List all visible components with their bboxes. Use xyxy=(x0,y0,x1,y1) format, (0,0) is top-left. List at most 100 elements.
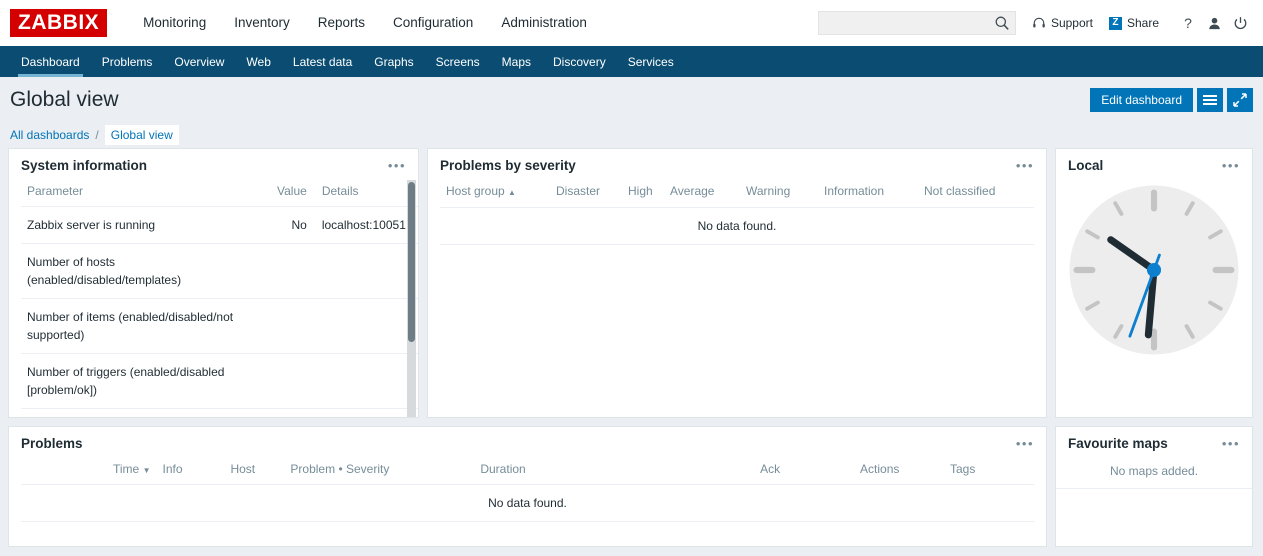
main-menu: Monitoring Inventory Reports Configurati… xyxy=(129,0,601,55)
widget-title-favourite-maps: Favourite maps xyxy=(1068,436,1168,451)
dashboard-grid: System information ••• Parameter Value D… xyxy=(0,148,1263,547)
table-empty-row: No data found. xyxy=(440,207,1034,245)
breadcrumb-current[interactable]: Global view xyxy=(104,125,179,145)
support-link[interactable]: Support xyxy=(1032,16,1093,30)
widget-body: Time ▼ Info Host Problem • Severity Dura… xyxy=(9,458,1046,546)
column-information[interactable]: Information xyxy=(818,180,918,208)
widget-menu-icon[interactable]: ••• xyxy=(1014,437,1036,450)
clock-center-cap xyxy=(1146,262,1162,278)
menu-item-reports[interactable]: Reports xyxy=(304,0,379,46)
cell-parameter: Number of items (enabled/disabled/not su… xyxy=(21,298,271,354)
column-high[interactable]: High xyxy=(622,180,664,208)
cell-value xyxy=(271,353,316,409)
subnav-item-screens[interactable]: Screens xyxy=(425,46,491,77)
column-details[interactable]: Details xyxy=(315,180,418,207)
widget-header: Problems ••• xyxy=(9,427,1046,458)
edit-dashboard-button[interactable]: Edit dashboard xyxy=(1090,87,1193,112)
subnav-item-latest-data[interactable]: Latest data xyxy=(282,46,363,77)
expand-icon xyxy=(1233,92,1247,107)
column-tags[interactable]: Tags xyxy=(944,458,1034,485)
column-ack[interactable]: Ack xyxy=(754,458,855,485)
column-info[interactable]: Info xyxy=(156,458,225,485)
cell-parameter: Number of triggers (enabled/disabled [pr… xyxy=(21,353,271,409)
cell-details xyxy=(315,243,418,299)
column-problem-severity[interactable]: Problem • Severity xyxy=(284,458,475,485)
cell-parameter: Number of hosts (enabled/disabled/templa… xyxy=(21,243,271,299)
column-label: Time xyxy=(113,462,140,476)
empty-message: No maps added. xyxy=(1056,458,1252,489)
column-time[interactable]: Time ▼ xyxy=(21,458,157,485)
widget-menu-icon[interactable]: ••• xyxy=(1220,159,1242,172)
column-average[interactable]: Average xyxy=(664,180,740,208)
headset-icon xyxy=(1033,17,1045,28)
subnav-item-overview[interactable]: Overview xyxy=(163,46,235,77)
table-header-row: Host group ▲ Disaster High Average Warni… xyxy=(440,180,1034,208)
widget-menu-icon[interactable]: ••• xyxy=(1014,159,1036,172)
sub-navigation: Dashboard Problems Overview Web Latest d… xyxy=(0,46,1263,77)
table-empty-row: No data found. xyxy=(21,484,1034,522)
fullscreen-button[interactable] xyxy=(1227,87,1253,112)
table-header-row: Time ▼ Info Host Problem • Severity Dura… xyxy=(21,458,1034,485)
subnav-item-maps[interactable]: Maps xyxy=(491,46,542,77)
support-label: Support xyxy=(1050,16,1093,30)
table-row: Number of triggers (enabled/disabled [pr… xyxy=(21,353,418,409)
breadcrumb-all-dashboards[interactable]: All dashboards xyxy=(10,128,89,142)
column-parameter[interactable]: Parameter xyxy=(21,180,271,207)
help-button[interactable]: ? xyxy=(1175,15,1201,31)
page-header: Global view Edit dashboard xyxy=(0,77,1263,122)
column-warning[interactable]: Warning xyxy=(740,180,818,208)
column-host-group[interactable]: Host group ▲ xyxy=(440,180,550,208)
widget-title-problems: Problems xyxy=(21,436,83,451)
menu-item-configuration[interactable]: Configuration xyxy=(379,0,487,46)
widget-problems: Problems ••• Time ▼ Info Host Problem • … xyxy=(8,426,1047,547)
global-search[interactable] xyxy=(817,11,1016,35)
widget-menu-icon[interactable]: ••• xyxy=(1220,437,1242,450)
zabbix-logo[interactable]: ZABBIX xyxy=(10,9,108,37)
cell-parameter: Number of users (online) xyxy=(21,408,271,417)
menu-item-administration[interactable]: Administration xyxy=(487,0,601,46)
scrollbar-thumb[interactable] xyxy=(408,182,415,342)
cell-value xyxy=(271,298,316,354)
sign-out-button[interactable] xyxy=(1227,16,1253,31)
widget-favourite-maps: Favourite maps ••• No maps added. xyxy=(1055,426,1253,547)
column-value[interactable]: Value xyxy=(271,180,316,207)
widget-title-problems-by-severity: Problems by severity xyxy=(440,158,576,173)
menu-item-monitoring[interactable]: Monitoring xyxy=(129,0,220,55)
column-host[interactable]: Host xyxy=(224,458,285,485)
problems-table: Time ▼ Info Host Problem • Severity Dura… xyxy=(21,458,1034,522)
widget-header: Local ••• xyxy=(1056,149,1252,180)
widget-scrollbar[interactable] xyxy=(407,180,416,417)
subnav-item-web[interactable]: Web xyxy=(235,46,281,77)
user-profile-button[interactable] xyxy=(1201,16,1227,31)
column-actions[interactable]: Actions xyxy=(854,458,944,485)
system-information-table: Parameter Value Details Zabbix server is… xyxy=(21,180,418,417)
column-duration[interactable]: Duration xyxy=(474,458,755,485)
subnav-item-problems[interactable]: Problems xyxy=(91,46,164,77)
sort-asc-icon: ▲ xyxy=(508,188,516,197)
share-label: Share xyxy=(1126,16,1159,30)
empty-message: No data found. xyxy=(21,484,1034,522)
share-link[interactable]: Z Share xyxy=(1108,16,1159,30)
widget-body: Parameter Value Details Zabbix server is… xyxy=(9,180,418,417)
dashboard-menu-button[interactable] xyxy=(1197,87,1223,112)
column-disaster[interactable]: Disaster xyxy=(550,180,622,208)
cell-value xyxy=(271,243,316,299)
widget-system-information: System information ••• Parameter Value D… xyxy=(8,148,419,418)
subnav-item-dashboard[interactable]: Dashboard xyxy=(10,46,91,77)
subnav-item-services[interactable]: Services xyxy=(617,46,685,77)
sort-desc-icon: ▼ xyxy=(142,466,151,475)
page-header-actions: Edit dashboard xyxy=(1090,87,1253,112)
menu-item-inventory[interactable]: Inventory xyxy=(220,0,304,46)
cell-details xyxy=(315,353,418,409)
search-input[interactable] xyxy=(817,11,1016,35)
column-not-classified[interactable]: Not classified xyxy=(918,180,1034,208)
subnav-item-graphs[interactable]: Graphs xyxy=(363,46,424,77)
subnav-item-discovery[interactable]: Discovery xyxy=(542,46,617,77)
share-z-icon: Z xyxy=(1108,16,1122,30)
table-row: Number of users (online) xyxy=(21,408,418,417)
cell-details xyxy=(315,298,418,354)
breadcrumb-separator: / xyxy=(95,128,99,142)
widget-menu-icon[interactable]: ••• xyxy=(386,159,408,172)
power-icon xyxy=(1234,16,1246,29)
widget-body: Host group ▲ Disaster High Average Warni… xyxy=(428,180,1046,417)
